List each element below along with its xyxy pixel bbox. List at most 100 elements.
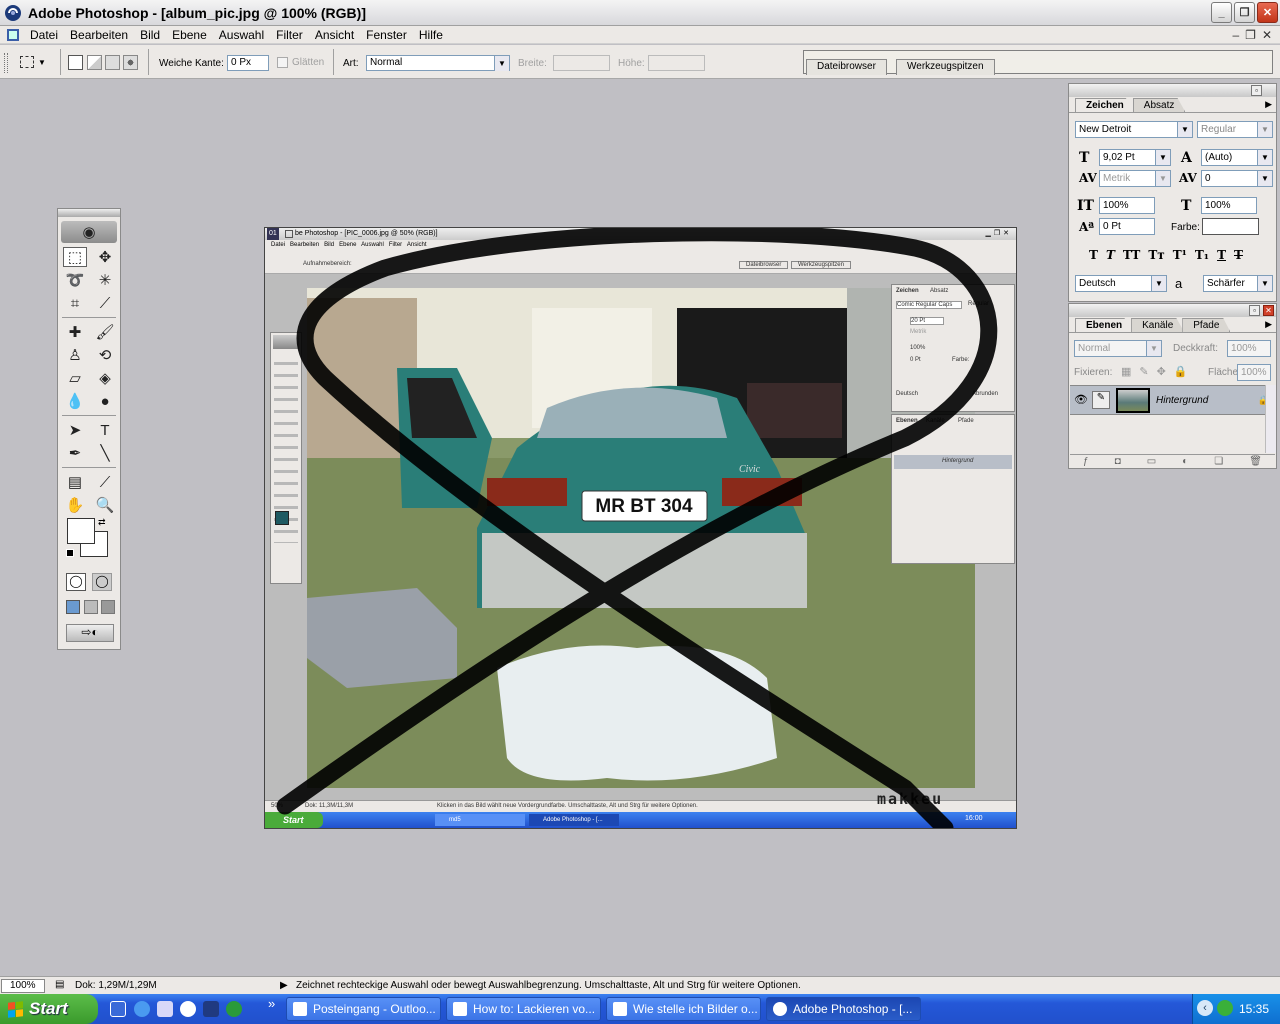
magic-wand-tool-icon[interactable]: ✳ [93,270,117,290]
antialias-select[interactable]: Schärfer ▼ [1203,275,1273,292]
task-photoshop[interactable]: Adobe Photoshop - [... [766,997,921,1021]
marquee-tool-icon[interactable]: ⬚ [63,247,87,267]
tab-pfade[interactable]: Pfade [1182,318,1231,332]
layers-scrollbar[interactable] [1265,385,1276,453]
selection-new-icon[interactable] [68,55,83,70]
menu-datei[interactable]: Datei [24,28,64,42]
leading-input[interactable]: (Auto) ▼ [1201,149,1273,166]
swap-colors-icon[interactable]: ⇄ [98,517,106,528]
selection-intersect-icon[interactable] [123,55,138,70]
lock-all-icon[interactable]: 🔒 [1174,365,1188,378]
task-bilder[interactable]: Wie stelle ich Bilder o... [606,997,761,1021]
new-layer-icon[interactable]: ❏ [1214,456,1223,467]
menu-hilfe[interactable]: Hilfe [413,28,449,42]
lasso-tool-icon[interactable]: ➰ [63,270,87,290]
quicklaunch-more-icon[interactable]: » [268,996,275,1011]
clone-stamp-icon[interactable]: ♙ [63,345,87,365]
menu-bild[interactable]: Bild [134,28,166,42]
blend-mode-select[interactable]: Normal ▼ [1074,340,1162,357]
new-group-icon[interactable]: ▭ [1147,456,1156,467]
lock-move-icon[interactable]: ✥ [1157,365,1166,378]
doc-title-bar[interactable]: 01 be Photoshop - [PIC_0006.jpg @ 50% (R… [265,228,1016,240]
selection-add-icon[interactable] [87,55,102,70]
quicklaunch-photoshop-icon[interactable] [203,1001,219,1017]
kerning-select[interactable]: Metrik ▼ [1099,170,1171,187]
paint-bucket-icon[interactable]: ◈ [93,368,117,388]
quickmask-mode-icon[interactable]: ◯ [92,573,112,591]
close-button[interactable]: ✕ [1257,2,1278,23]
height-input[interactable] [648,55,705,71]
all-caps-icon[interactable]: TT [1123,248,1140,262]
doc-window-buttons[interactable]: ▁❐✕ [985,228,1012,240]
quicklaunch-desktop-icon[interactable] [110,1001,126,1017]
screen-mode-standard-icon[interactable] [66,600,80,614]
pen-tool-icon[interactable]: ✒ [63,443,87,463]
vertical-scale-input[interactable]: 100% [1099,197,1155,214]
layer-style-icon[interactable]: ƒ [1083,456,1089,467]
brush-link-icon[interactable]: ✎ [1092,391,1110,409]
layer-row[interactable]: 👁 ✎ Hintergrund 🔒 [1070,385,1275,415]
horizontal-scale-input[interactable]: 100% [1201,197,1257,214]
screen-mode-full-icon[interactable] [101,600,115,614]
task-outlook[interactable]: Posteingang - Outloo... [286,997,441,1021]
faux-italic-icon[interactable]: T [1106,248,1115,262]
restore-button[interactable]: ❐ [1234,2,1255,23]
feather-input[interactable]: 0 Px [227,55,269,71]
path-select-icon[interactable]: ➤ [63,420,87,440]
tab-ebenen[interactable]: Ebenen [1075,318,1134,332]
zoom-input[interactable]: 100% [1,979,45,993]
default-colors-icon[interactable] [66,549,74,557]
character-panel-header[interactable]: ▫ [1069,84,1276,97]
doc-close-button[interactable]: ✕ [1262,28,1272,42]
menu-filter[interactable]: Filter [270,28,309,42]
document-info-icon[interactable]: ▤ [55,979,64,990]
healing-brush-icon[interactable]: ✚ [63,322,87,342]
dodge-tool-icon[interactable]: ● [93,391,117,411]
notes-tool-icon[interactable]: ▤ [63,472,87,492]
status-arrow-icon[interactable]: ▶ [280,980,288,991]
history-brush-icon[interactable]: ⟲ [93,345,117,365]
type-tool-icon[interactable]: T [93,420,117,440]
panel-menu-icon[interactable]: ▶ [1265,99,1272,110]
menu-ansicht[interactable]: Ansicht [309,28,360,42]
hand-tool-icon[interactable]: ✋ [63,495,87,515]
slice-tool-icon[interactable]: ⟋ [93,293,117,313]
lock-paint-icon[interactable]: ✎ [1139,365,1148,378]
trash-icon[interactable]: 🗑 [1249,456,1262,467]
doc-minimize-button[interactable]: – [1232,28,1239,42]
minimize-button[interactable]: _ [1211,2,1232,23]
adjustment-layer-icon[interactable]: ◐ [1182,456,1188,467]
eye-logo-icon[interactable]: ◉ [61,221,117,243]
subscript-icon[interactable]: T₁ [1195,248,1209,262]
foreground-color-swatch[interactable] [67,518,95,544]
panel-close-button[interactable]: ✕ [1263,305,1274,316]
menu-auswahl[interactable]: Auswahl [213,28,270,42]
tray-expand-icon[interactable]: ‹ [1197,1000,1213,1016]
document-window[interactable]: 01 be Photoshop - [PIC_0006.jpg @ 50% (R… [264,227,1017,829]
tab-absatz[interactable]: Absatz [1132,98,1186,112]
font-family-select[interactable]: New Detroit ▼ [1075,121,1193,138]
tab-zeichen[interactable]: Zeichen [1075,98,1135,112]
layers-panel-header[interactable]: ▫ ✕ [1069,304,1276,317]
marquee-preset-icon[interactable]: ▼ [20,53,50,71]
language-select[interactable]: Deutsch ▼ [1075,275,1167,292]
quicklaunch-green-icon[interactable] [226,1001,242,1017]
opacity-input[interactable]: 100% [1227,340,1271,357]
tray-security-icon[interactable] [1217,1000,1233,1016]
width-input[interactable] [553,55,610,71]
fill-input[interactable]: 100% [1237,364,1271,381]
grip-handle[interactable] [4,53,8,73]
layer-thumbnail[interactable] [1116,388,1150,413]
tab-dateibrowser[interactable]: Dateibrowser [806,59,887,75]
screen-mode-menubar-icon[interactable] [84,600,98,614]
style-select[interactable]: Normal ▼ [366,55,510,71]
baseline-shift-input[interactable]: 0 Pt [1099,218,1155,235]
blur-tool-icon[interactable]: 💧 [63,391,87,411]
text-color-swatch[interactable] [1202,218,1259,235]
eyedropper-tool-icon[interactable]: ⟋ [93,472,117,492]
jump-to-imageready-icon[interactable]: ⇨◐ [66,624,114,642]
underline-icon[interactable]: T [1217,248,1226,262]
font-size-input[interactable]: 9,02 Pt ▼ [1099,149,1171,166]
quicklaunch-media-icon[interactable] [180,1001,196,1017]
quicklaunch-ie-icon[interactable] [134,1001,150,1017]
